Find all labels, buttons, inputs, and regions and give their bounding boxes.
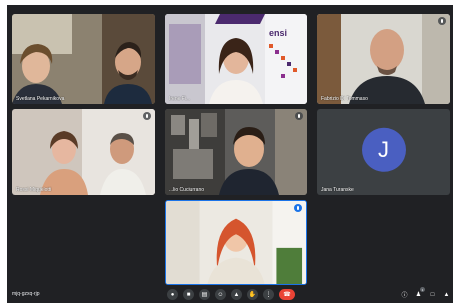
camera-icon[interactable]: ■: [183, 289, 194, 300]
captions-icon[interactable]: ▤: [199, 289, 210, 300]
raise-hand-icon[interactable]: ✋: [247, 289, 258, 300]
chat-icon[interactable]: □: [428, 290, 437, 299]
participant-tile[interactable]: Svetlana Pekarnikova: [12, 14, 155, 104]
activities-icon[interactable]: ▲: [442, 290, 451, 299]
avatar: J: [361, 127, 406, 172]
mic-muted-icon: [438, 17, 446, 25]
participant-tile[interactable]: ...lio Cuciurrano: [165, 109, 307, 195]
meeting-code: mjq-gzxq-rjp: [12, 291, 40, 297]
more-icon[interactable]: ⋮: [263, 289, 274, 300]
participant-count-badge: 1: [420, 287, 425, 292]
mic-icon[interactable]: ●: [167, 289, 178, 300]
people-icon[interactable]: ♟ 1: [414, 287, 425, 299]
present-icon[interactable]: ▲: [231, 289, 242, 300]
meet-window: Svetlana Pekarnikova ensi Irene Fi... Fa…: [7, 5, 453, 303]
mic-speaking-icon: [294, 204, 302, 212]
video-feed: [317, 14, 450, 104]
participant-name: Jana Turanske: [321, 187, 354, 193]
video-feed: [12, 109, 155, 195]
banner-logo-text: ensi: [269, 28, 288, 38]
mic-muted-icon: [295, 112, 303, 120]
video-feed: [166, 201, 306, 284]
video-feed: [12, 14, 155, 104]
participant-tile[interactable]: Fabrizio Di Tommaso: [317, 14, 450, 104]
info-icon[interactable]: ⓘ: [400, 290, 409, 299]
participant-tile-active[interactable]: [165, 200, 307, 285]
end-call-icon[interactable]: ☎: [279, 289, 295, 300]
participant-name: Fabrizio Di Tommaso: [321, 96, 368, 102]
participant-name: ...lio Cuciurrano: [169, 187, 205, 193]
participant-tile[interactable]: ensi Irene Fi...: [165, 14, 307, 104]
participant-name: Rossi Miquelotti: [16, 187, 52, 193]
participant-name: Svetlana Pekarnikova: [16, 96, 65, 102]
participant-name: Irene Fi...: [169, 96, 191, 102]
participant-tile[interactable]: J Jana Turanske: [317, 109, 450, 195]
participant-tile[interactable]: Rossi Miquelotti: [12, 109, 155, 195]
mic-muted-icon: [143, 112, 151, 120]
video-feed: [165, 109, 307, 195]
meeting-toolbar: mjq-gzxq-rjp ● ■ ▤ ☺ ▲ ✋ ⋮ ☎ ⓘ ♟ 1 □ ▲: [7, 287, 453, 303]
emoji-icon[interactable]: ☺: [215, 289, 226, 300]
